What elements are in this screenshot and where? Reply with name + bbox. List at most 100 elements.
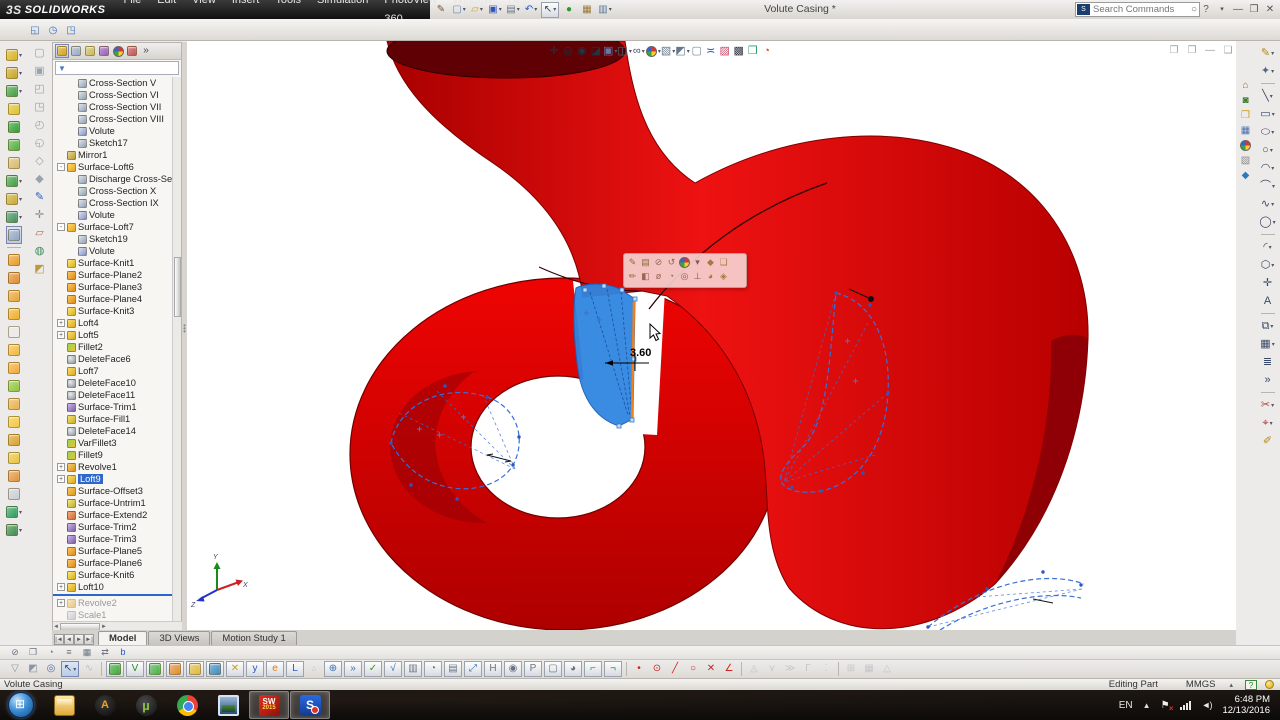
swept-surface-icon[interactable] <box>6 251 22 269</box>
tree-expand-toggle[interactable]: - <box>57 163 65 171</box>
tree-item-deleteface11[interactable]: DeleteFace11 <box>53 389 173 401</box>
tool-h-icon[interactable]: H <box>484 661 502 677</box>
freeform-surface-icon[interactable] <box>6 377 22 395</box>
doc-restore-b-icon[interactable]: ❐ <box>1184 43 1200 59</box>
tree-item-discharge-cross-sectio[interactable]: Discharge Cross-Sectio <box>53 173 173 185</box>
save-icon[interactable]: ▣ ▾ <box>487 2 503 18</box>
taskbar-app-file-explorer[interactable] <box>44 691 84 719</box>
preview-sphere-icon[interactable]: ◔ <box>43 646 59 659</box>
tree-item-surface-knit1[interactable]: Surface-Knit1 <box>53 257 173 269</box>
straight-slot-icon[interactable]: ⬭ ▾ <box>1260 123 1276 141</box>
tool-link-a-icon[interactable]: ⌐ <box>584 661 602 677</box>
tray-expand-icon[interactable]: ▲ <box>1143 701 1151 710</box>
spline-tool-icon[interactable]: ▾ <box>5 208 22 226</box>
centerpoint-arc-icon[interactable]: ◠ ▾ <box>1260 159 1276 177</box>
forum-pane-icon[interactable]: ◆ <box>1238 168 1253 183</box>
point-icon[interactable]: ✛ <box>1260 274 1276 292</box>
task-pane-home-icon[interactable]: ⌂ <box>1238 78 1253 93</box>
language-indicator[interactable]: EN <box>1119 700 1133 711</box>
filter-magnify-icon[interactable]: ◎ <box>43 661 59 677</box>
tree-item-varfillet3[interactable]: VarFillet3 <box>53 437 173 449</box>
no-render-icon[interactable]: ⊘ <box>7 646 23 659</box>
3d-sketch-icon[interactable]: ✛ <box>32 206 48 224</box>
untrim-surface-icon[interactable] <box>6 449 22 467</box>
camera-view-icon[interactable]: ▢ <box>690 43 704 59</box>
tool-root-icon[interactable]: √ <box>384 661 402 677</box>
taskbar-app-aimp-player[interactable]: A <box>85 691 125 719</box>
tree-item-scale1[interactable]: Scale1 <box>53 609 173 621</box>
units-selector[interactable]: MMGS <box>1172 679 1230 690</box>
render-gradient-icon[interactable]: ▨ <box>718 43 732 59</box>
zoom-to-area-icon[interactable]: ◎ <box>561 43 575 59</box>
tool-sphere-icon[interactable] <box>106 661 124 677</box>
suppress-feature-icon[interactable]: ⊘ <box>652 255 665 269</box>
search-commands-box[interactable]: S ○ <box>1075 2 1200 17</box>
display-style-icon[interactable]: ◫ ▾ <box>617 43 631 59</box>
smart-dimension-icon[interactable]: ✦ ▾ <box>1260 62 1276 80</box>
volume-icon[interactable]: ◄) <box>1202 700 1213 710</box>
doc-restore-a-icon[interactable]: ❐ <box>1166 43 1182 59</box>
tool-e-icon[interactable]: e <box>266 661 284 677</box>
line-icon[interactable]: ╲ ▾ <box>1260 87 1276 105</box>
doc-minimize-icon[interactable]: — <box>1202 43 1218 59</box>
search-input[interactable] <box>1093 4 1191 15</box>
design-library-icon[interactable]: ◙ <box>1238 93 1253 108</box>
tool-folder-icon[interactable] <box>186 661 204 677</box>
normal-to-icon[interactable]: ⊥ <box>691 269 704 283</box>
print-icon[interactable]: ▤ ▾ <box>505 2 521 18</box>
edit-sketch-ctx-icon[interactable]: ✏ <box>626 269 639 283</box>
sketch-x-icon[interactable]: ✕ <box>703 661 719 677</box>
grid-snap-icon[interactable]: ⊞ <box>843 661 859 677</box>
view-cube-dimetric-icon[interactable]: ◆ <box>32 170 48 188</box>
link-feature-icon[interactable]: ◆ <box>704 255 717 269</box>
view-cube-top-icon[interactable]: ◴ <box>32 116 48 134</box>
coordinate-system-icon[interactable]: ◩ <box>32 260 48 278</box>
tree-item-surface-plane2[interactable]: Surface-Plane2 <box>53 269 173 281</box>
tree-item-cross-section-viii[interactable]: Cross-Section VIII <box>53 113 173 125</box>
tree-item-surface-plane6[interactable]: Surface-Plane6 <box>53 557 173 569</box>
simulation-advisor-tab-icon[interactable] <box>125 44 139 58</box>
mirror-entities-icon[interactable]: ⧉ ▾ <box>1260 317 1276 335</box>
view-settings-icon[interactable]: ◩ ▾ <box>675 43 689 59</box>
copy-settings-icon[interactable]: ❒ <box>25 646 41 659</box>
sketch-fillet-icon[interactable]: ◜ ▾ <box>1260 238 1276 256</box>
weld-bead-icon[interactable]: b <box>115 646 131 659</box>
curves-tool-icon[interactable]: ▾ <box>5 190 22 208</box>
snap-points-icon[interactable]: ⁚ <box>818 661 834 677</box>
extruded-boss-icon[interactable]: ▾ <box>5 46 22 64</box>
sketch-ellipse-icon[interactable]: ○ <box>685 661 701 677</box>
help-button[interactable]: ? <box>1198 0 1214 19</box>
tool-pan-icon[interactable]: » <box>344 661 362 677</box>
filter-faces-icon[interactable]: ◩ <box>25 661 41 677</box>
taskbar-app-screen-recorder[interactable]: S <box>290 691 330 719</box>
tab-navigation[interactable]: |◄ ◄ ► ►| <box>54 634 94 645</box>
parent-child-icon[interactable]: ◕ <box>704 269 717 283</box>
tool-link-b-icon[interactable]: ¬ <box>604 661 622 677</box>
tree-item-cross-section-x[interactable]: Cross-Section X <box>53 185 173 197</box>
tool-v-icon[interactable]: V <box>126 661 144 677</box>
view-palette-icon[interactable]: ▦ <box>1238 123 1253 138</box>
tool-l-icon[interactable]: L <box>286 661 304 677</box>
display-relations-icon[interactable]: ⌖ ▾ <box>1260 414 1276 432</box>
tree-vertical-scrollbar[interactable] <box>172 77 181 622</box>
isolate-icon[interactable]: ◔ <box>665 269 678 283</box>
tree-item-surface-loft6[interactable]: - Surface-Loft6 <box>53 161 173 173</box>
trim-entities-icon[interactable]: ✂ ▾ <box>1260 396 1276 414</box>
section-slope-tool-icon[interactable] <box>6 226 22 244</box>
action-center-flag-icon[interactable]: ⚑ × <box>1161 700 1174 713</box>
tree-item-surface-plane3[interactable]: Surface-Plane3 <box>53 281 173 293</box>
shell-feature-icon[interactable] <box>6 136 22 154</box>
filled-surface-icon[interactable] <box>6 341 22 359</box>
help-dropdown[interactable]: ▾ <box>1214 0 1230 19</box>
polygon-icon[interactable]: ⬡ ▾ <box>1260 256 1276 274</box>
view-orientation-icon[interactable]: ▣ ▾ <box>603 43 617 59</box>
tool-flame-icon[interactable] <box>166 661 184 677</box>
tree-expand-toggle[interactable]: + <box>57 463 65 471</box>
tree-item-loft5[interactable]: + Loft5 <box>53 329 173 341</box>
file-explorer-pane-icon[interactable]: ❒ <box>1238 108 1253 123</box>
tree-item-deleteface10[interactable]: DeleteFace10 <box>53 377 173 389</box>
tool-expand-icon[interactable]: ⤢ <box>464 661 482 677</box>
tree-item-surface-trim3[interactable]: Surface-Trim3 <box>53 533 173 545</box>
tree-item-volute[interactable]: Volute <box>53 209 173 221</box>
zebra-stripes-icon[interactable]: ▩ <box>732 43 746 59</box>
